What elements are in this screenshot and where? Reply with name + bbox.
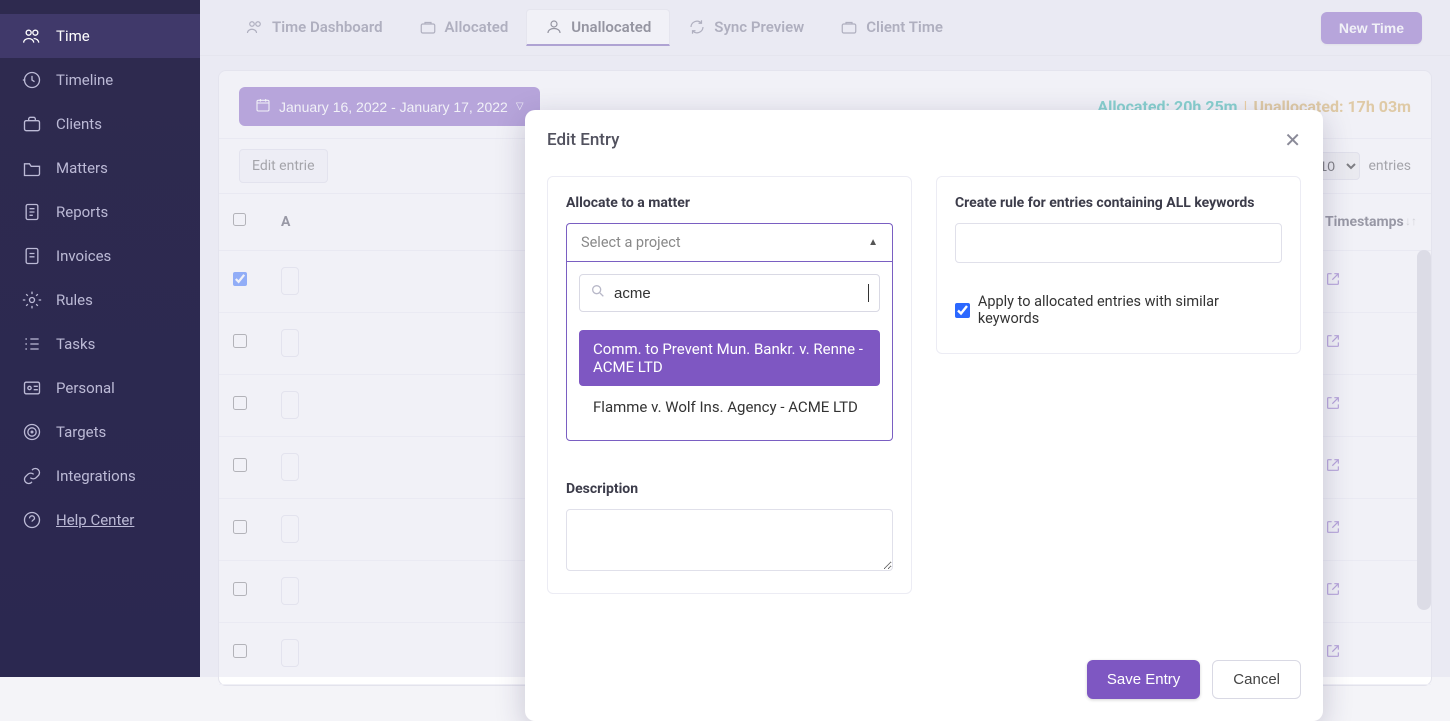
apply-label: Apply to allocated entries with similar … (978, 293, 1282, 327)
sidebar: Time Timeline Clients Matters Reports In… (0, 0, 200, 677)
sidebar-item-label: Tasks (56, 335, 95, 353)
sidebar-item-label: Clients (56, 115, 102, 133)
link-icon (22, 466, 42, 486)
cancel-button[interactable]: Cancel (1212, 660, 1301, 699)
history-icon (22, 70, 42, 90)
briefcase-icon (22, 114, 42, 134)
edit-entry-modal: Edit Entry ✕ Allocate to a matter Select… (525, 110, 1323, 721)
sidebar-item-tasks[interactable]: Tasks (0, 322, 200, 366)
save-button[interactable]: Save Entry (1087, 660, 1200, 699)
sidebar-item-label: Time (56, 27, 90, 45)
close-icon[interactable]: ✕ (1284, 128, 1301, 152)
sidebar-item-time[interactable]: Time (0, 14, 200, 58)
modal-actions: Save Entry Cancel (525, 660, 1323, 721)
sidebar-item-rules[interactable]: Rules (0, 278, 200, 322)
target-icon (22, 422, 42, 442)
sidebar-item-timeline[interactable]: Timeline (0, 58, 200, 102)
help-icon (22, 510, 42, 530)
modal-title: Edit Entry (547, 130, 619, 150)
sidebar-item-label: Personal (56, 379, 115, 397)
apply-checkbox[interactable] (955, 303, 970, 318)
modal-head: Edit Entry ✕ (525, 110, 1323, 158)
apply-row: Apply to allocated entries with similar … (955, 293, 1282, 327)
document-icon (22, 202, 42, 222)
project-search-row (579, 274, 880, 312)
sidebar-item-matters[interactable]: Matters (0, 146, 200, 190)
sidebar-item-label: Reports (56, 203, 108, 221)
project-option[interactable]: Comm. to Prevent Mun. Bankr. v. Renne - … (579, 330, 880, 386)
gear-icon (22, 290, 42, 310)
description-label: Description (566, 481, 893, 497)
sidebar-item-personal[interactable]: Personal (0, 366, 200, 410)
rule-keywords-input[interactable] (955, 223, 1282, 263)
sidebar-item-label: Targets (56, 423, 106, 441)
project-dropdown-panel: Comm. to Prevent Mun. Bankr. v. Renne - … (566, 261, 893, 441)
sidebar-item-integrations[interactable]: Integrations (0, 454, 200, 498)
sidebar-item-label: Invoices (56, 247, 111, 265)
sidebar-item-label: Rules (56, 291, 93, 309)
id-icon (22, 378, 42, 398)
checklist-icon (22, 334, 42, 354)
rule-panel: Create rule for entries containing ALL k… (936, 176, 1301, 354)
rule-label: Create rule for entries containing ALL k… (955, 195, 1282, 211)
modal-body: Allocate to a matter Select a project ▲ … (525, 158, 1323, 602)
invoice-icon (22, 246, 42, 266)
sidebar-item-clients[interactable]: Clients (0, 102, 200, 146)
allocate-label: Allocate to a matter (566, 195, 893, 211)
sidebar-item-label: Timeline (56, 71, 113, 89)
sidebar-item-help[interactable]: Help Center (0, 498, 200, 542)
sidebar-item-label: Matters (56, 159, 108, 177)
allocate-panel: Allocate to a matter Select a project ▲ … (547, 176, 912, 594)
project-option-list: Comm. to Prevent Mun. Bankr. v. Renne - … (579, 330, 880, 426)
sidebar-item-reports[interactable]: Reports (0, 190, 200, 234)
project-select-trigger[interactable]: Select a project ▲ (566, 223, 893, 261)
description-input[interactable] (566, 509, 893, 571)
sidebar-item-targets[interactable]: Targets (0, 410, 200, 454)
project-search-input[interactable] (614, 285, 860, 302)
sidebar-item-label: Help Center (56, 511, 134, 529)
select-placeholder: Select a project (581, 234, 681, 251)
sidebar-item-invoices[interactable]: Invoices (0, 234, 200, 278)
users-icon (22, 26, 42, 46)
search-icon (590, 283, 606, 303)
chevron-up-icon: ▲ (868, 237, 878, 248)
project-option[interactable]: Flamme v. Wolf Ins. Agency - ACME LTD (579, 388, 880, 426)
folder-icon (22, 158, 42, 178)
sidebar-item-label: Integrations (56, 467, 136, 485)
